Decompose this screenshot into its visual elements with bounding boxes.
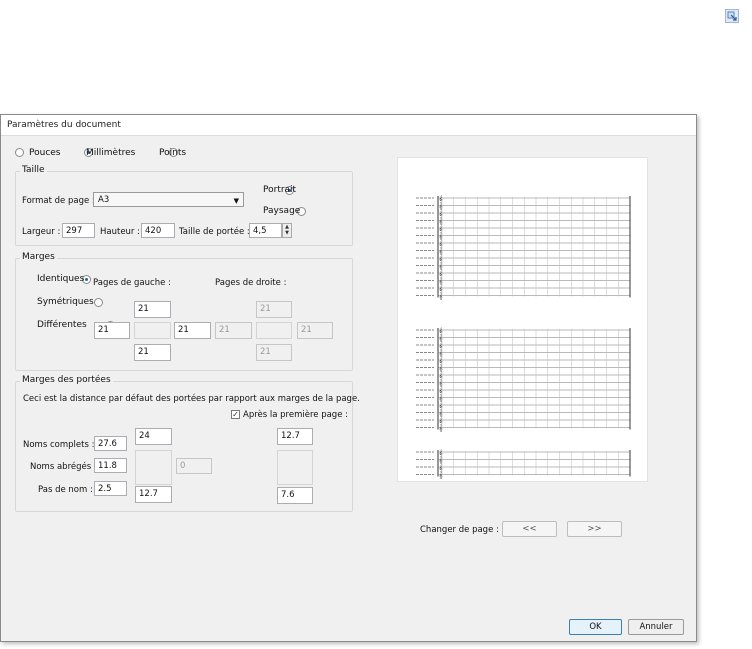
pas-de-nom-label: Pas de nom :	[38, 485, 93, 495]
clef-mark: 𝄞	[439, 240, 443, 248]
clef-mark: 𝄞	[439, 417, 443, 425]
annuler-button[interactable]: Annuler	[628, 619, 684, 635]
clef-mark: 𝄞	[439, 327, 443, 335]
clef-mark: 𝄞	[439, 449, 443, 457]
clef-mark: 𝄞	[439, 464, 443, 472]
radio-pouces-label: Pouces	[29, 148, 61, 158]
format-label: Format de page :	[22, 196, 95, 206]
droite-left-input[interactable]: 21	[215, 322, 252, 339]
radio-millimetres-label: Millimètres	[86, 148, 136, 158]
clef-mark: 𝄞	[439, 218, 443, 226]
radio-points-label: Points	[159, 148, 187, 158]
clef-mark: 𝄞	[439, 380, 443, 388]
radio-portrait-label: Portrait	[263, 185, 297, 195]
title-separator	[1, 135, 696, 136]
portee-center-box	[135, 450, 172, 485]
gauche-top-input[interactable]: 21	[134, 301, 171, 318]
marges-legend: Marges	[20, 252, 57, 262]
droite-right-input[interactable]: 21	[297, 322, 333, 339]
radio-identiques-label: Identiques	[37, 274, 85, 284]
clef-mark: 𝄞	[439, 472, 443, 480]
changer-page-label: Changer de page :	[420, 525, 499, 535]
clef-mark: 𝄞	[439, 203, 443, 211]
apres-checkbox[interactable]: ✓	[231, 410, 240, 419]
pas-de-nom-input[interactable]: 2.5	[94, 481, 127, 496]
clef-mark: 𝄞	[439, 395, 443, 403]
clef-mark: 𝄞	[439, 278, 443, 286]
portee-top-input[interactable]: 24	[135, 428, 172, 445]
apres-bottom-input[interactable]: 7.6	[277, 487, 313, 504]
noms-abreges-input[interactable]: 11.8	[94, 458, 127, 473]
format-value: A3	[98, 195, 110, 205]
clef-mark: 𝄞	[439, 263, 443, 271]
clef-mark: 𝄞	[439, 233, 443, 241]
clef-mark: 𝄞	[439, 248, 443, 256]
noms-complets-label: Noms complets :	[23, 440, 95, 450]
clef-mark: 𝄞	[439, 350, 443, 358]
portee-label: Taille de portée :	[179, 227, 250, 237]
droite-label: Pages de droite :	[215, 278, 287, 288]
page-preview: 𝄞 𝄞 𝄞 𝄞 𝄞 𝄞 𝄞 𝄞 𝄞 𝄞 𝄞 𝄞 𝄞 𝄞 𝄞 𝄞 𝄞 𝄞 𝄞 𝄞 𝄞 𝄞 𝄞 𝄞 𝄞 𝄞 𝄞 𝄞 𝄞 𝄞 𝄞 𝄞	[397, 157, 648, 482]
radio-differentes-label: Différentes	[37, 320, 87, 330]
largeur-input[interactable]: 297	[62, 223, 95, 238]
hauteur-label: Hauteur :	[100, 227, 140, 237]
hauteur-input[interactable]: 420	[141, 223, 175, 238]
portee-input[interactable]: 4,5	[249, 223, 282, 238]
radio-paysage-label: Paysage	[263, 206, 301, 216]
clef-mark: 𝄞	[439, 270, 443, 278]
ok-button[interactable]: OK	[569, 619, 622, 635]
noms-abreges-label: Noms abrégés :	[30, 462, 97, 472]
clef-mark: 𝄞	[439, 195, 443, 203]
clef-mark: 𝄞	[439, 457, 443, 465]
clef-mark: 𝄞	[439, 255, 443, 263]
droite-center-box	[256, 322, 292, 339]
clef-mark: 𝄞	[439, 293, 443, 301]
clef-mark: 𝄞	[439, 387, 443, 395]
clef-mark: 𝄞	[439, 425, 443, 433]
dialog-title: Paramètres du document	[7, 120, 121, 130]
clef-mark: 𝄞	[439, 225, 443, 233]
marges-portees-description: Ceci est la distance par défaut des port…	[23, 394, 360, 404]
apres-top-input[interactable]: 12.7	[277, 428, 313, 445]
format-select[interactable]: A3 ▼	[93, 192, 244, 207]
clef-mark: 𝄞	[439, 402, 443, 410]
previous-page-button[interactable]: <<	[502, 521, 557, 537]
gauche-right-input[interactable]: 21	[174, 322, 211, 339]
chevron-down-icon: ▼	[233, 197, 239, 205]
page-preview-svg: 𝄞𝄞𝄞𝄞𝄞𝄞𝄞𝄞𝄞𝄞𝄞𝄞𝄞𝄞𝄞𝄞𝄞𝄞𝄞𝄞𝄞𝄞𝄞𝄞𝄞𝄞𝄞𝄞𝄞𝄞𝄞𝄞	[416, 195, 631, 480]
portee-bottom-input[interactable]: 12.7	[135, 486, 172, 503]
apres-label: Après la première page :	[243, 410, 348, 420]
gauche-label: Pages de gauche :	[93, 278, 171, 288]
clef-mark: 𝄞	[439, 357, 443, 365]
gauche-left-input[interactable]: 21	[94, 322, 130, 339]
gauche-center-box	[134, 322, 171, 339]
title-bar: Paramètres du document	[1, 115, 696, 135]
radio-symetriques-label: Symétriques	[37, 297, 94, 307]
clef-mark: 𝄞	[439, 335, 443, 343]
resize-corner-icon[interactable]	[725, 9, 739, 23]
stepper-down-icon[interactable]: ▼	[283, 230, 291, 236]
apres-center-box	[277, 450, 313, 485]
clef-mark: 𝄞	[439, 285, 443, 293]
largeur-label: Largeur :	[22, 227, 61, 237]
radio-pouces[interactable]	[15, 148, 24, 157]
portee-stepper[interactable]: ▲ ▼	[282, 223, 292, 238]
clef-mark: 𝄞	[439, 410, 443, 418]
gauche-bottom-input[interactable]: 21	[134, 344, 171, 361]
clef-mark: 𝄞	[439, 210, 443, 218]
clef-mark: 𝄞	[439, 365, 443, 373]
droite-top-input[interactable]: 21	[256, 301, 292, 318]
next-page-button[interactable]: >>	[567, 521, 622, 537]
noms-complets-input[interactable]: 27.6	[94, 436, 127, 451]
clef-mark: 𝄞	[439, 372, 443, 380]
clef-mark: 𝄞	[439, 342, 443, 350]
marges-portees-legend: Marges des portées	[20, 375, 113, 385]
droite-bottom-input[interactable]: 21	[256, 344, 292, 361]
document-settings-dialog: Paramètres du document Pouces Millimètre…	[0, 114, 697, 642]
taille-legend: Taille	[20, 165, 47, 175]
portee-disabled-input[interactable]: 0	[176, 458, 212, 474]
